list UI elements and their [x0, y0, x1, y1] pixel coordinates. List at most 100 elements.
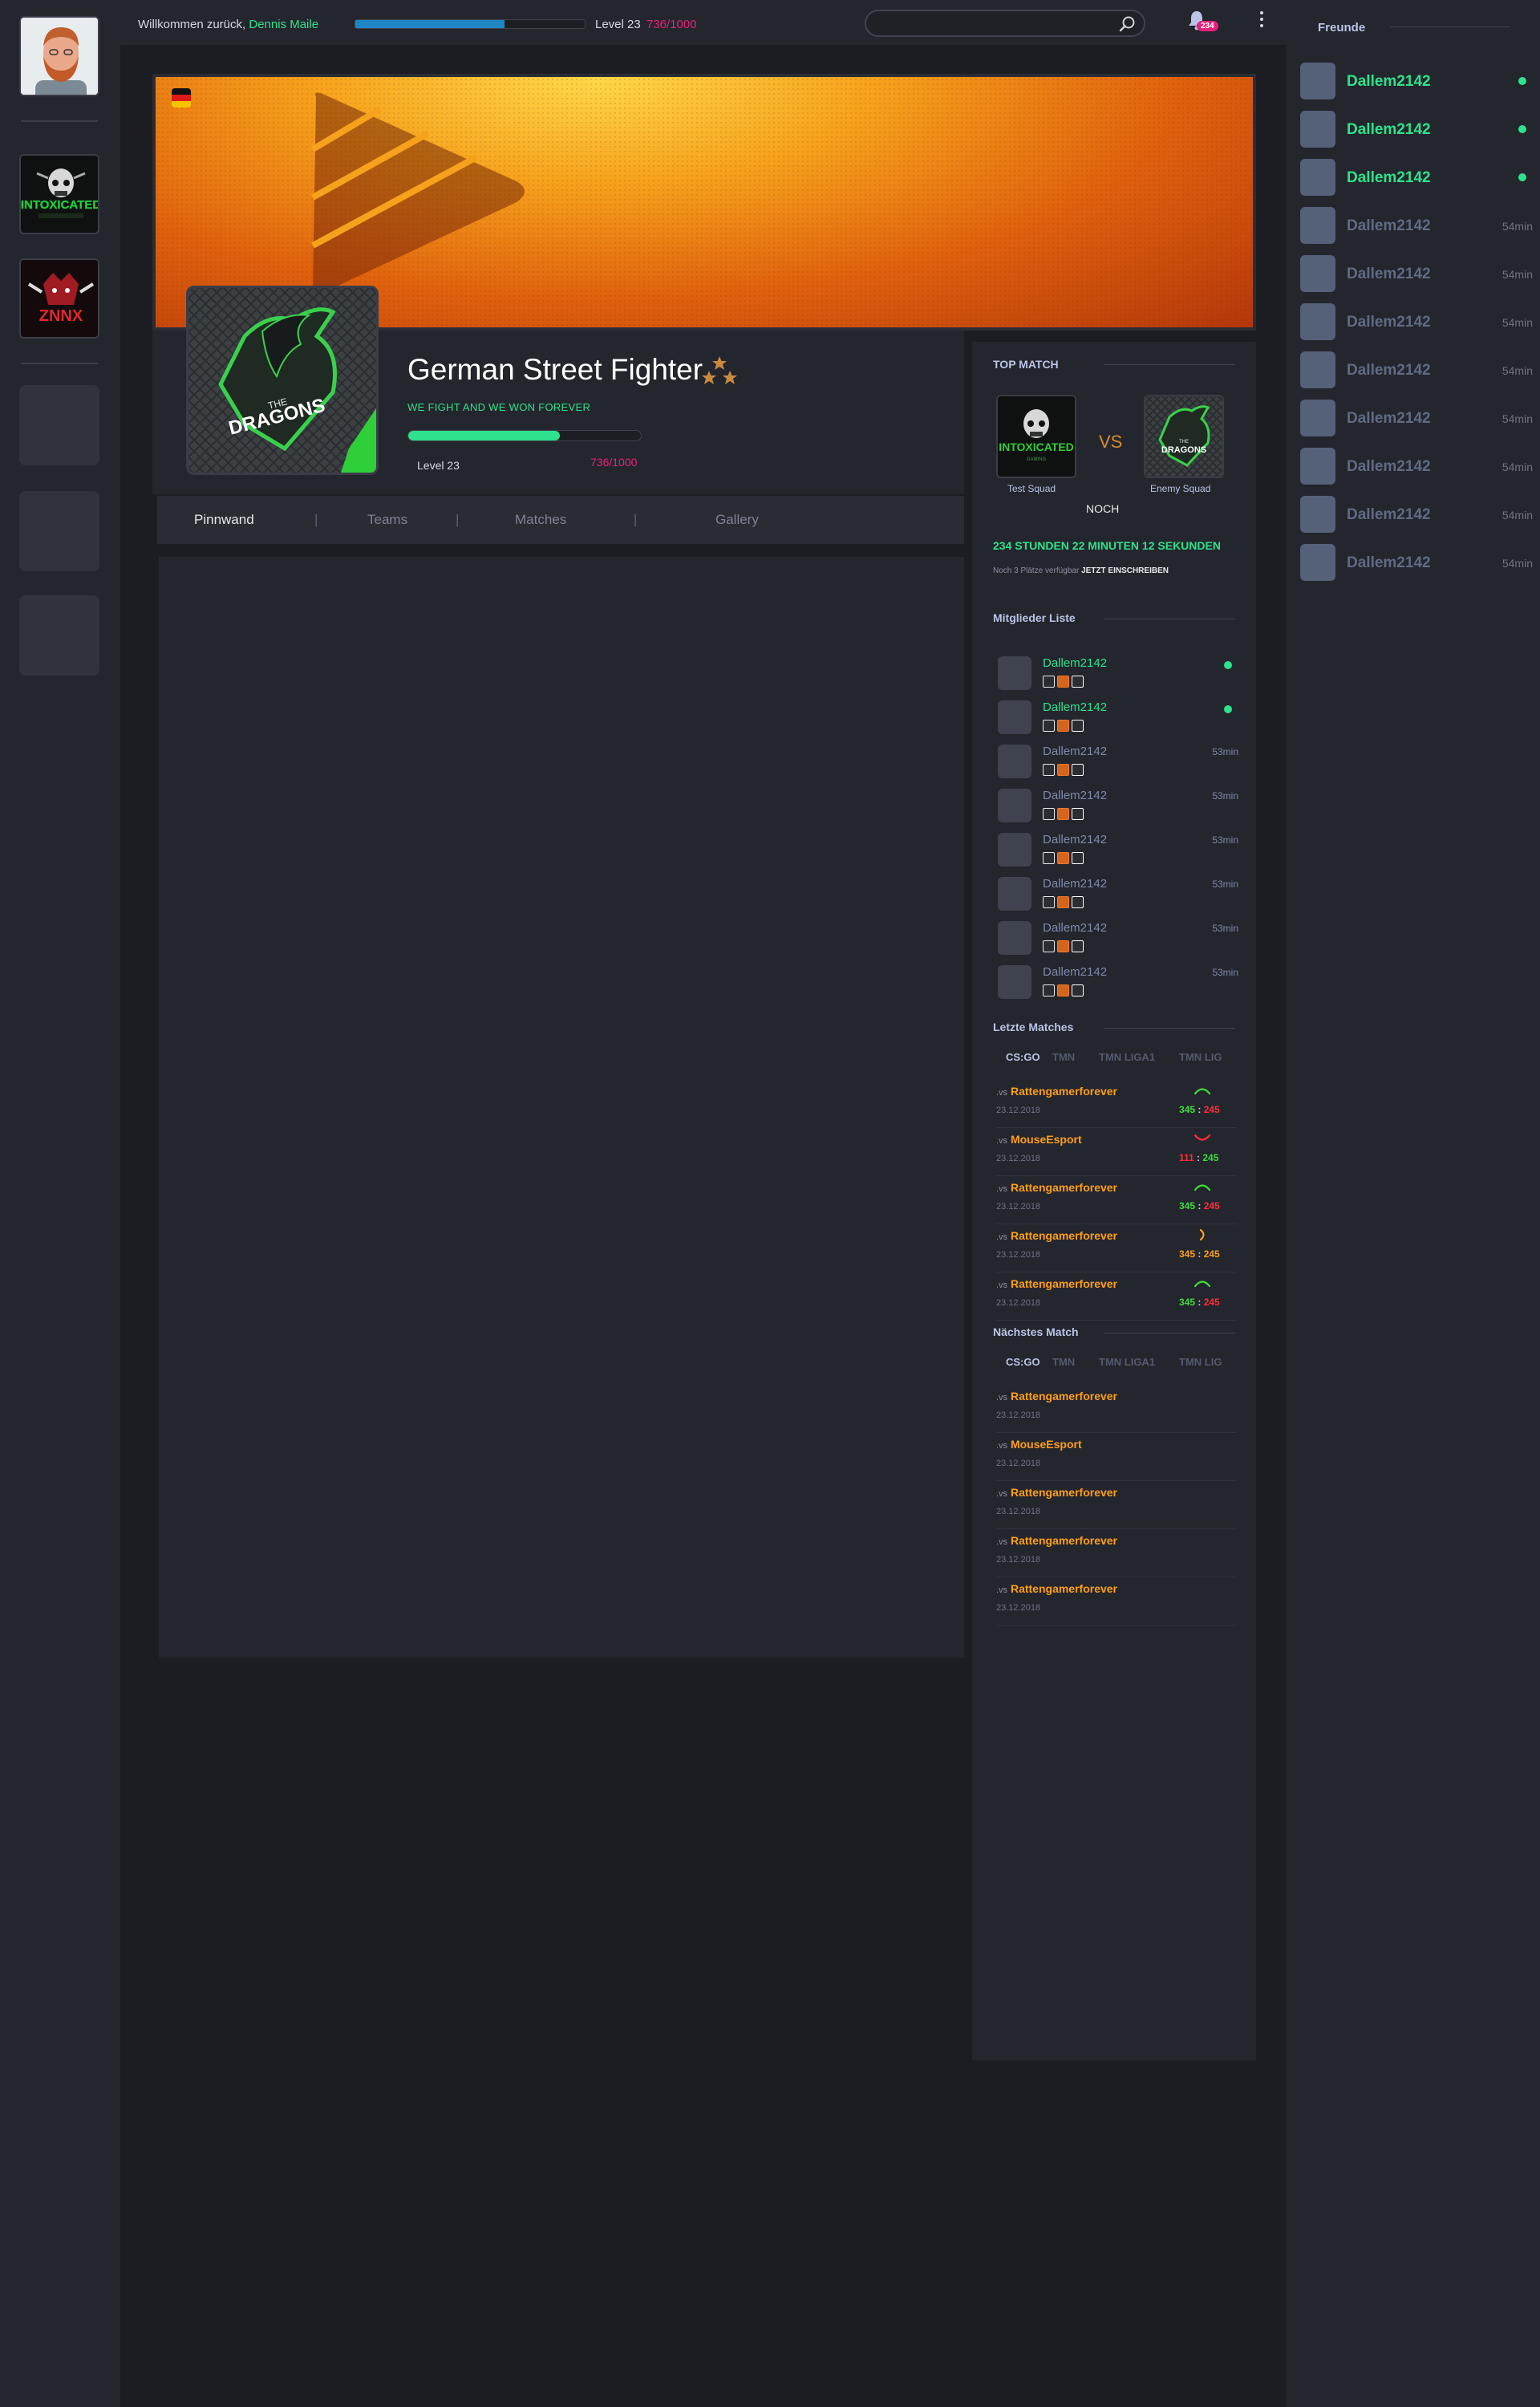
friend-name[interactable]: Dallem2142: [1347, 458, 1431, 476]
game-tab[interactable]: CS:GO: [1006, 1356, 1040, 1368]
game-tab[interactable]: TMN LIG: [1179, 1356, 1222, 1368]
match-opponent-name[interactable]: Rattengamerforever: [1011, 1534, 1117, 1547]
match-opponent-name[interactable]: Rattengamerforever: [1011, 1085, 1117, 1098]
member-row[interactable]: Dallem2142 53min: [998, 962, 1238, 1001]
member-row[interactable]: Dallem2142 53min: [998, 830, 1238, 868]
tab-matches[interactable]: Matches: [515, 512, 566, 528]
next-match-row[interactable]: .vs Rattengamerforever 23.12.2018: [996, 1385, 1237, 1433]
member-name[interactable]: Dallem2142: [1043, 833, 1107, 846]
member-name[interactable]: Dallem2142: [1043, 965, 1107, 979]
member-name[interactable]: Dallem2142: [1043, 656, 1107, 670]
top-match-team-a-name[interactable]: Test Squad: [1007, 483, 1056, 494]
last-match-row[interactable]: .vs Rattengamerforever 23.12.2018 345 : 24…: [996, 1224, 1237, 1273]
match-opponent[interactable]: .vs Rattengamerforever: [996, 1582, 1117, 1595]
match-opponent-name[interactable]: Rattengamerforever: [1011, 1390, 1117, 1402]
sidebar-team-intoxicated[interactable]: INTOXICATED: [19, 154, 99, 234]
sidebar-empty-slot[interactable]: [19, 595, 99, 676]
game-tab[interactable]: TMN LIGA1: [1099, 1356, 1155, 1368]
notifications-button[interactable]: 234: [1187, 10, 1218, 37]
last-match-row[interactable]: .vs Rattengamerforever 23.12.2018 345 : 24…: [996, 1273, 1237, 1321]
member-row[interactable]: Dallem2142 53min: [998, 741, 1238, 780]
friend-name[interactable]: Dallem2142: [1347, 506, 1431, 524]
friend-row[interactable]: Dallem2142 54min: [1300, 400, 1533, 438]
match-opponent[interactable]: .vs Rattengamerforever: [996, 1229, 1117, 1242]
friend-row[interactable]: Dallem2142 54min: [1300, 448, 1533, 486]
member-row[interactable]: Dallem2142 53min: [998, 785, 1238, 824]
match-opponent[interactable]: .vs Rattengamerforever: [996, 1277, 1117, 1290]
friend-name[interactable]: Dallem2142: [1347, 266, 1431, 283]
sidebar-team-znnx[interactable]: ZNNX: [19, 258, 99, 339]
search-icon[interactable]: [1118, 15, 1136, 33]
tab-teams[interactable]: Teams: [367, 512, 407, 528]
user-name-link[interactable]: Dennis Maile: [249, 18, 318, 31]
tab-gallery[interactable]: Gallery: [715, 512, 759, 528]
match-opponent-name[interactable]: MouseEsport: [1011, 1133, 1082, 1146]
game-tab[interactable]: TMN: [1052, 1356, 1075, 1368]
next-match-row[interactable]: .vs Rattengamerforever 23.12.2018: [996, 1529, 1237, 1577]
member-name[interactable]: Dallem2142: [1043, 921, 1107, 935]
member-name[interactable]: Dallem2142: [1043, 745, 1107, 758]
friend-name[interactable]: Dallem2142: [1347, 169, 1431, 187]
friend-row[interactable]: Dallem2142: [1300, 111, 1533, 149]
game-tab[interactable]: TMN: [1052, 1051, 1075, 1063]
member-name[interactable]: Dallem2142: [1043, 789, 1107, 802]
match-opponent-name[interactable]: Rattengamerforever: [1011, 1277, 1117, 1290]
match-opponent-name[interactable]: MouseEsport: [1011, 1438, 1082, 1451]
member-name[interactable]: Dallem2142: [1043, 700, 1107, 714]
sidebar-empty-slot[interactable]: [19, 385, 99, 465]
match-opponent-name[interactable]: Rattengamerforever: [1011, 1229, 1117, 1242]
signup-link[interactable]: JETZT EINSCHREIBEN: [1081, 566, 1169, 575]
more-menu-icon[interactable]: [1258, 11, 1266, 34]
friend-name[interactable]: Dallem2142: [1347, 554, 1431, 572]
member-row[interactable]: Dallem2142 53min: [998, 918, 1238, 956]
member-row[interactable]: Dallem2142: [998, 697, 1238, 736]
friend-row[interactable]: Dallem2142 54min: [1300, 351, 1533, 390]
sidebar-empty-slot[interactable]: [19, 491, 99, 571]
friend-name[interactable]: Dallem2142: [1347, 73, 1431, 91]
next-match-row[interactable]: .vs Rattengamerforever 23.12.2018: [996, 1481, 1237, 1529]
member-game-icons: [1043, 852, 1086, 868]
last-match-row[interactable]: .vs MouseEsport 23.12.2018 111 : 245: [996, 1128, 1237, 1176]
top-match-team-b-logo[interactable]: THE DRAGONS: [1144, 395, 1224, 478]
friend-row[interactable]: Dallem2142 54min: [1300, 255, 1533, 294]
friend-name[interactable]: Dallem2142: [1347, 362, 1431, 380]
top-match-team-a-logo[interactable]: INTOXICATED GAMING: [996, 395, 1076, 478]
match-opponent-name[interactable]: Rattengamerforever: [1011, 1181, 1117, 1194]
game-tab[interactable]: CS:GO: [1006, 1051, 1040, 1063]
friend-row[interactable]: Dallem2142 54min: [1300, 207, 1533, 246]
friend-row[interactable]: Dallem2142 54min: [1300, 544, 1533, 582]
search-input[interactable]: [866, 11, 1099, 35]
next-match-row[interactable]: .vs Rattengamerforever 23.12.2018: [996, 1577, 1237, 1626]
user-avatar[interactable]: [19, 16, 99, 96]
match-opponent[interactable]: .vs Rattengamerforever: [996, 1534, 1117, 1547]
next-match-row[interactable]: .vs MouseEsport 23.12.2018: [996, 1433, 1237, 1481]
match-opponent[interactable]: .vs MouseEsport: [996, 1438, 1082, 1451]
match-opponent[interactable]: .vs Rattengamerforever: [996, 1181, 1117, 1194]
friend-row[interactable]: Dallem2142: [1300, 63, 1533, 101]
member-name[interactable]: Dallem2142: [1043, 877, 1107, 891]
match-opponent[interactable]: .vs Rattengamerforever: [996, 1085, 1117, 1098]
friend-row[interactable]: Dallem2142: [1300, 159, 1533, 197]
match-opponent-name[interactable]: Rattengamerforever: [1011, 1486, 1117, 1499]
score-separator: :: [1195, 1297, 1204, 1308]
match-opponent-name[interactable]: Rattengamerforever: [1011, 1582, 1117, 1595]
match-opponent[interactable]: .vs MouseEsport: [996, 1133, 1082, 1146]
friend-name[interactable]: Dallem2142: [1347, 121, 1431, 139]
tab-pinnwand[interactable]: Pinnwand: [194, 512, 254, 528]
friend-row[interactable]: Dallem2142 54min: [1300, 303, 1533, 342]
game-tab[interactable]: TMN LIG: [1179, 1051, 1222, 1063]
member-row[interactable]: Dallem2142: [998, 653, 1238, 692]
top-match-team-b-name[interactable]: Enemy Squad: [1150, 483, 1210, 494]
friend-name[interactable]: Dallem2142: [1347, 217, 1431, 235]
member-row[interactable]: Dallem2142 53min: [998, 874, 1238, 912]
friend-name[interactable]: Dallem2142: [1347, 314, 1431, 331]
member-avatar: [998, 877, 1031, 911]
match-opponent[interactable]: .vs Rattengamerforever: [996, 1390, 1117, 1402]
last-match-row[interactable]: .vs Rattengamerforever 23.12.2018 345 : 24…: [996, 1176, 1237, 1224]
game-tab[interactable]: TMN LIGA1: [1099, 1051, 1155, 1063]
last-match-row[interactable]: .vs Rattengamerforever 23.12.2018 345 : 24…: [996, 1080, 1237, 1128]
friend-row[interactable]: Dallem2142 54min: [1300, 496, 1533, 534]
search-box[interactable]: [865, 10, 1145, 37]
match-opponent[interactable]: .vs Rattengamerforever: [996, 1486, 1117, 1499]
friend-name[interactable]: Dallem2142: [1347, 410, 1431, 428]
